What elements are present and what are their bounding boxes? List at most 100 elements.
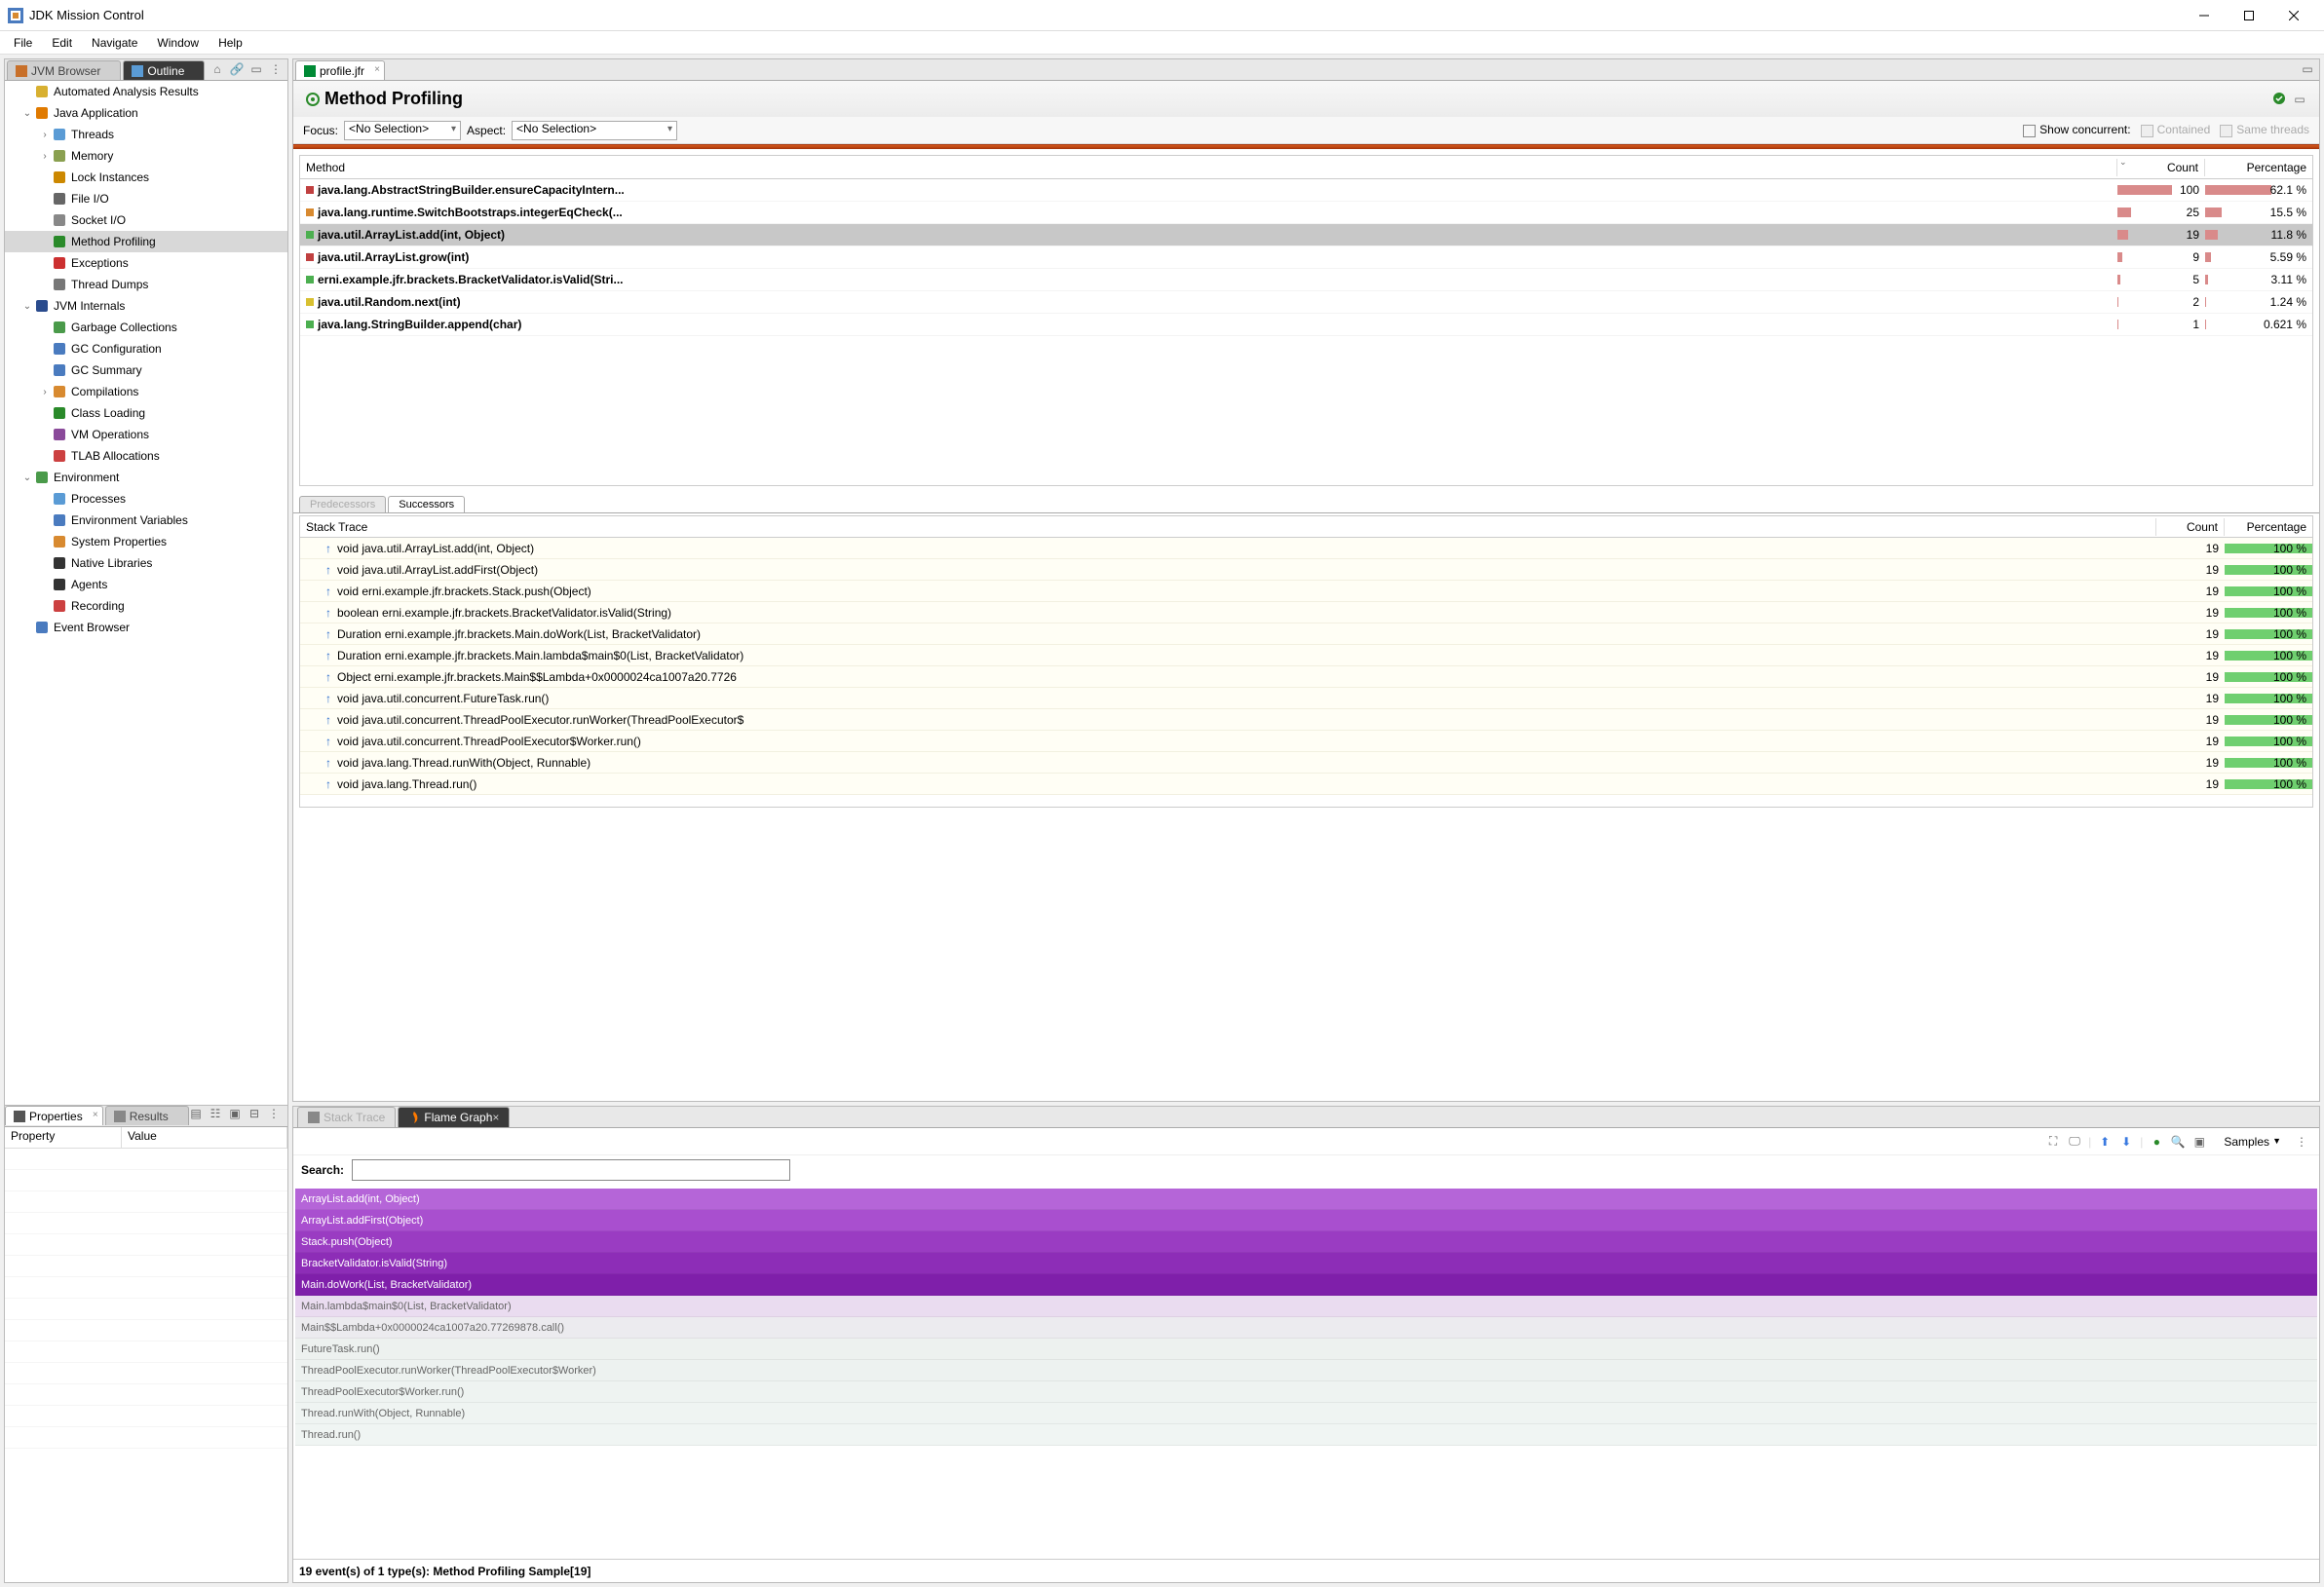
menu-edit[interactable]: Edit [42,34,82,52]
stack-row[interactable]: ↑Object erni.example.jfr.brackets.Main$$… [300,666,2312,688]
screen-icon[interactable]: 🖵 [2067,1134,2082,1150]
flame-frame[interactable]: ThreadPoolExecutor.runWorker(ThreadPoolE… [295,1360,2317,1381]
tab-properties[interactable]: Properties × [5,1106,103,1125]
menu-window[interactable]: Window [147,34,209,52]
method-row[interactable]: java.lang.StringBuilder.append(char)10.6… [300,314,2312,336]
prop-tool-4-icon[interactable]: ⊟ [247,1106,262,1121]
flame-frame[interactable]: Thread.run() [295,1424,2317,1446]
outline-item[interactable]: Recording [5,595,287,617]
tree-caret-icon[interactable]: › [38,151,52,162]
outline-item[interactable]: ⌄Environment [5,467,287,488]
flame-frame[interactable]: Main$$Lambda+0x0000024ca1007a20.77269878… [295,1317,2317,1339]
stack-row[interactable]: ↑void java.util.ArrayList.addFirst(Objec… [300,559,2312,581]
link-icon[interactable]: 🔗 [229,61,245,77]
close-icon[interactable]: × [492,1111,499,1124]
menu-file[interactable]: File [4,34,42,52]
tree-caret-icon[interactable]: › [38,130,52,140]
tab-outline[interactable]: Outline [123,60,205,80]
col-value[interactable]: Value [122,1127,287,1148]
menu-navigate[interactable]: Navigate [82,34,147,52]
flame-frame[interactable]: ArrayList.addFirst(Object) [295,1210,2317,1231]
stack-row[interactable]: ↑boolean erni.example.jfr.brackets.Brack… [300,602,2312,623]
stack-trace-table[interactable]: Stack Trace Count Percentage ↑void java.… [299,515,2313,808]
prop-tool-1-icon[interactable]: ▤ [188,1106,204,1121]
flame-frame[interactable]: FutureTask.run() [295,1339,2317,1360]
tab-flame-graph[interactable]: Flame Graph × [398,1107,510,1127]
outline-item[interactable]: VM Operations [5,424,287,445]
tree-caret-icon[interactable]: ⌄ [20,108,34,119]
flame-frame[interactable]: ArrayList.add(int, Object) [295,1189,2317,1210]
toggle-panel-icon[interactable]: ▭ [2292,92,2307,107]
flame-frame[interactable]: Main.lambda$main$0(List, BracketValidato… [295,1296,2317,1317]
method-table[interactable]: Method ⌄Count Percentage java.lang.Abstr… [299,155,2313,486]
col-percentage[interactable]: Percentage [2225,518,2312,536]
outline-item[interactable]: Processes [5,488,287,510]
method-row[interactable]: java.lang.runtime.SwitchBootstraps.integ… [300,202,2312,224]
close-button[interactable] [2271,0,2316,31]
nav-down-icon[interactable]: ⬇ [2118,1134,2134,1150]
nav-up-icon[interactable]: ⬆ [2097,1134,2113,1150]
prop-tool-2-icon[interactable]: ☷ [208,1106,223,1121]
outline-item[interactable]: TLAB Allocations [5,445,287,467]
stack-row[interactable]: ↑Duration erni.example.jfr.brackets.Main… [300,645,2312,666]
outline-item[interactable]: ›Threads [5,124,287,145]
minimize-view-icon[interactable]: ▭ [248,61,264,77]
stack-row[interactable]: ↑void java.util.concurrent.ThreadPoolExe… [300,709,2312,731]
outline-item[interactable]: ⌄JVM Internals [5,295,287,317]
tab-profile-jfr[interactable]: profile.jfr × [295,60,385,80]
show-concurrent-checkbox[interactable]: Show concurrent: [2023,123,2130,136]
outline-item[interactable]: Environment Variables [5,510,287,531]
tree-caret-icon[interactable]: › [38,387,52,397]
col-stack-trace[interactable]: Stack Trace [300,518,2156,536]
outline-item[interactable]: File I/O [5,188,287,209]
method-row[interactable]: java.util.Random.next(int)21.24 % [300,291,2312,314]
col-count[interactable]: ⌄Count [2117,159,2205,176]
prop-tool-5-icon[interactable]: ⋮ [266,1106,282,1121]
menu-help[interactable]: Help [209,34,252,52]
outline-item[interactable]: ⌄Java Application [5,102,287,124]
maximize-button[interactable] [2227,0,2271,31]
tab-results[interactable]: Results [105,1106,189,1125]
stack-row[interactable]: ↑void java.lang.Thread.run()19100 % [300,774,2312,795]
flame-frame[interactable]: Main.doWork(List, BracketValidator) [295,1274,2317,1296]
method-row[interactable]: java.util.ArrayList.add(int, Object)1911… [300,224,2312,246]
view-menu-icon[interactable]: ⋮ [2294,1134,2309,1150]
focus-combo[interactable]: <No Selection> [344,121,461,140]
outline-item[interactable]: ›Compilations [5,381,287,402]
tab-successors[interactable]: Successors [388,496,465,512]
outline-item[interactable]: Event Browser [5,617,287,638]
flame-frame[interactable]: Stack.push(Object) [295,1231,2317,1253]
tab-predecessors[interactable]: Predecessors [299,496,386,512]
flame-search-input[interactable] [352,1159,790,1181]
status-ok-icon[interactable] [2272,92,2286,107]
method-row[interactable]: java.util.ArrayList.grow(int)95.59 % [300,246,2312,269]
outline-item[interactable]: Exceptions [5,252,287,274]
outline-item[interactable]: Agents [5,574,287,595]
play-icon[interactable]: ● [2149,1134,2164,1150]
zoom-fit-icon[interactable]: ⛶ [2045,1134,2061,1150]
outline-item[interactable]: Lock Instances [5,167,287,188]
stack-row[interactable]: ↑Duration erni.example.jfr.brackets.Main… [300,623,2312,645]
tab-stack-trace[interactable]: Stack Trace [297,1107,396,1127]
flame-graph-body[interactable]: ArrayList.add(int, Object)ArrayList.addF… [293,1185,2319,1559]
stack-row[interactable]: ↑void java.util.concurrent.FutureTask.ru… [300,688,2312,709]
close-icon[interactable]: × [93,1110,98,1120]
outline-item[interactable]: Native Libraries [5,552,287,574]
outline-tree[interactable]: Automated Analysis Results⌄Java Applicat… [5,81,287,1105]
outline-item[interactable]: ›Memory [5,145,287,167]
tab-jvm-browser[interactable]: JVM Browser [7,60,121,80]
samples-dropdown[interactable]: Samples ▼ [2217,1132,2284,1152]
method-row[interactable]: erni.example.jfr.brackets.BracketValidat… [300,269,2312,291]
prop-tool-3-icon[interactable]: ▣ [227,1106,243,1121]
stack-row[interactable]: ↑void java.util.concurrent.ThreadPoolExe… [300,731,2312,752]
settings-icon[interactable]: ▣ [2191,1134,2207,1150]
outline-item[interactable]: Socket I/O [5,209,287,231]
outline-item[interactable]: Class Loading [5,402,287,424]
method-row[interactable]: java.lang.AbstractStringBuilder.ensureCa… [300,179,2312,202]
outline-item[interactable]: System Properties [5,531,287,552]
close-icon[interactable]: × [374,64,380,75]
tree-caret-icon[interactable]: ⌄ [20,472,34,483]
flame-frame[interactable]: BracketValidator.isValid(String) [295,1253,2317,1274]
view-menu-icon[interactable]: ⋮ [268,61,284,77]
flame-frame[interactable]: Thread.runWith(Object, Runnable) [295,1403,2317,1424]
